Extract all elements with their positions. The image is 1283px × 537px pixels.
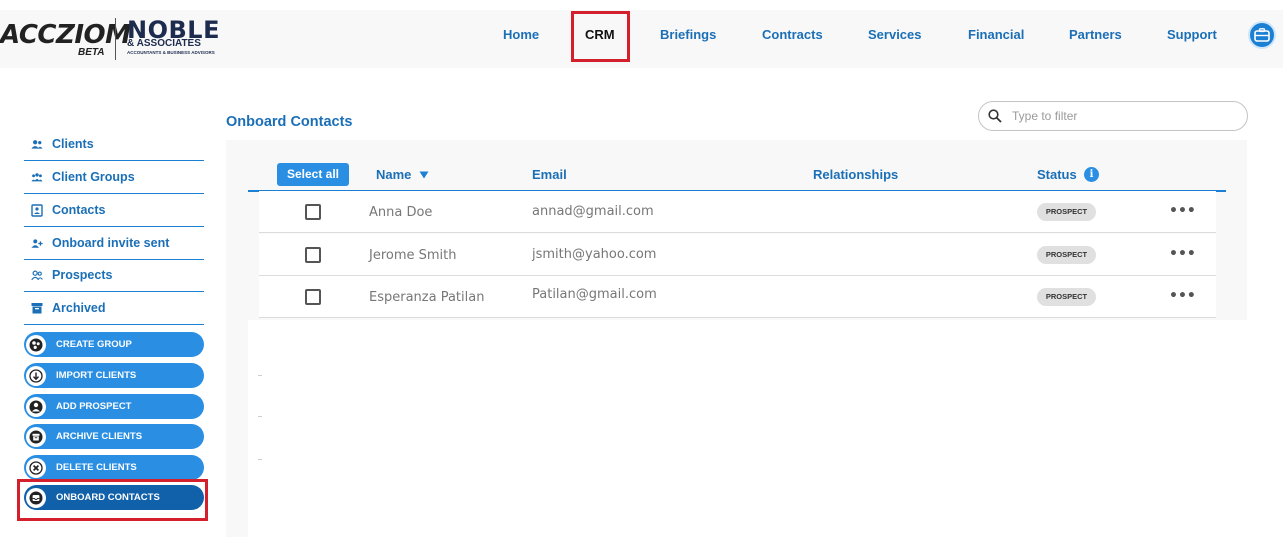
client-groups-icon <box>31 171 43 183</box>
nav-services[interactable]: Services <box>868 28 922 41</box>
nav-partners[interactable]: Partners <box>1069 28 1122 41</box>
contact-name: Jerome Smith <box>369 248 457 263</box>
top-navigation-bar: ACCZIOM BETA NOBLE & ASSOCIATES ACCOUNTA… <box>0 10 1283 68</box>
partner-subtitle: & ASSOCIATES <box>127 38 201 49</box>
nav-contracts[interactable]: Contracts <box>762 28 823 41</box>
contact-email: Patilan@gmail.com <box>532 287 657 302</box>
column-header-label: Name <box>376 167 412 182</box>
sidebar-item-prospects[interactable]: Prospects <box>24 259 204 292</box>
contact-name: Anna Doe <box>369 205 433 220</box>
archive-clients-button[interactable]: ARCHIVE CLIENTS <box>24 424 204 449</box>
row-more-button[interactable]: ••• <box>1169 289 1196 303</box>
sidebar-item-client-groups[interactable]: Client Groups <box>24 161 204 194</box>
nav-briefings[interactable]: Briefings <box>660 28 716 41</box>
create-group-button[interactable]: CREATE GROUP <box>24 332 204 357</box>
import-clients-button[interactable]: IMPORT CLIENTS <box>24 363 204 388</box>
person-icon <box>26 396 46 417</box>
users-icon <box>31 138 43 150</box>
sidebar-item-label: Clients <box>52 136 94 151</box>
column-header-status[interactable]: Status <box>1037 168 1077 181</box>
sidebar-item-label: Prospects <box>52 267 113 282</box>
page-title: Onboard Contacts <box>226 114 353 130</box>
scroll-tick <box>258 416 262 417</box>
row-more-button[interactable]: ••• <box>1169 204 1196 218</box>
arrow-down-icon <box>26 365 46 386</box>
search-icon <box>988 109 1002 123</box>
row-checkbox[interactable] <box>305 204 321 220</box>
partner-tagline: ACCOUNTANTS & BUSINESS ADVISORS <box>127 50 215 55</box>
action-label: CREATE GROUP <box>56 338 132 350</box>
table-row: Anna Doe annad@gmail.com PROSPECT ••• <box>259 191 1216 233</box>
table-row: Jerome Smith jsmith@yahoo.com PROSPECT •… <box>259 234 1216 276</box>
app-name: ACCZIOM <box>0 20 131 50</box>
user-menu-button[interactable] <box>1248 21 1276 49</box>
sidebar-item-onboard-invite-sent[interactable]: Onboard invite sent <box>24 227 204 260</box>
table-row: Esperanza Patilan Patilan@gmail.com PROS… <box>259 276 1216 318</box>
sidebar-item-contacts[interactable]: Contacts <box>24 194 204 227</box>
panel-lower-strip <box>226 320 248 537</box>
sidebar-item-label: Onboard invite sent <box>52 235 170 250</box>
action-label: IMPORT CLIENTS <box>56 369 137 381</box>
status-badge: PROSPECT <box>1037 288 1096 306</box>
nav-home[interactable]: Home <box>503 28 539 41</box>
user-plus-icon <box>31 237 43 249</box>
onboard-contacts-highlight-box <box>17 479 208 521</box>
sort-down-icon <box>419 171 429 179</box>
archive-icon <box>31 302 43 314</box>
contact-name: Esperanza Patilan <box>369 290 485 305</box>
add-prospect-button[interactable]: ADD PROSPECT <box>24 394 204 419</box>
column-header-relationships[interactable]: Relationships <box>813 168 898 181</box>
beta-badge: BETA <box>78 47 105 58</box>
action-label: DELETE CLIENTS <box>56 461 137 473</box>
column-header-name[interactable]: Name <box>376 168 429 181</box>
contact-email: annad@gmail.com <box>532 204 654 219</box>
nav-support[interactable]: Support <box>1167 28 1217 41</box>
column-header-email[interactable]: Email <box>532 168 567 181</box>
scroll-tick <box>258 375 262 376</box>
nav-financial[interactable]: Financial <box>968 28 1024 41</box>
info-icon[interactable]: i <box>1084 167 1099 182</box>
filter-input[interactable] <box>1012 109 1212 123</box>
action-label: ADD PROSPECT <box>56 400 132 412</box>
sidebar-item-clients[interactable]: Clients <box>24 128 204 161</box>
status-badge: PROSPECT <box>1037 246 1096 264</box>
sidebar-item-label: Client Groups <box>52 169 135 184</box>
sidebar-item-label: Contacts <box>52 202 106 217</box>
group-circles-icon <box>26 334 46 355</box>
logo-divider <box>115 18 116 60</box>
select-all-button[interactable]: Select all <box>277 163 349 186</box>
briefcase-icon <box>1254 28 1270 42</box>
contact-email: jsmith@yahoo.com <box>532 247 657 262</box>
contacts-icon <box>31 203 43 217</box>
close-icon <box>26 457 46 478</box>
sidebar-item-label: Archived <box>52 300 106 315</box>
crm-highlight-box <box>571 11 630 62</box>
filter-box[interactable] <box>978 101 1248 131</box>
delete-clients-button[interactable]: DELETE CLIENTS <box>24 455 204 480</box>
action-label: ARCHIVE CLIENTS <box>56 430 143 442</box>
status-badge: PROSPECT <box>1037 203 1096 221</box>
prospects-icon <box>31 269 43 281</box>
sidebar-item-archived[interactable]: Archived <box>24 292 204 325</box>
scroll-tick <box>258 459 262 460</box>
row-more-button[interactable]: ••• <box>1169 247 1196 261</box>
row-checkbox[interactable] <box>305 289 321 305</box>
row-checkbox[interactable] <box>305 247 321 263</box>
archive-box-icon <box>26 426 46 447</box>
